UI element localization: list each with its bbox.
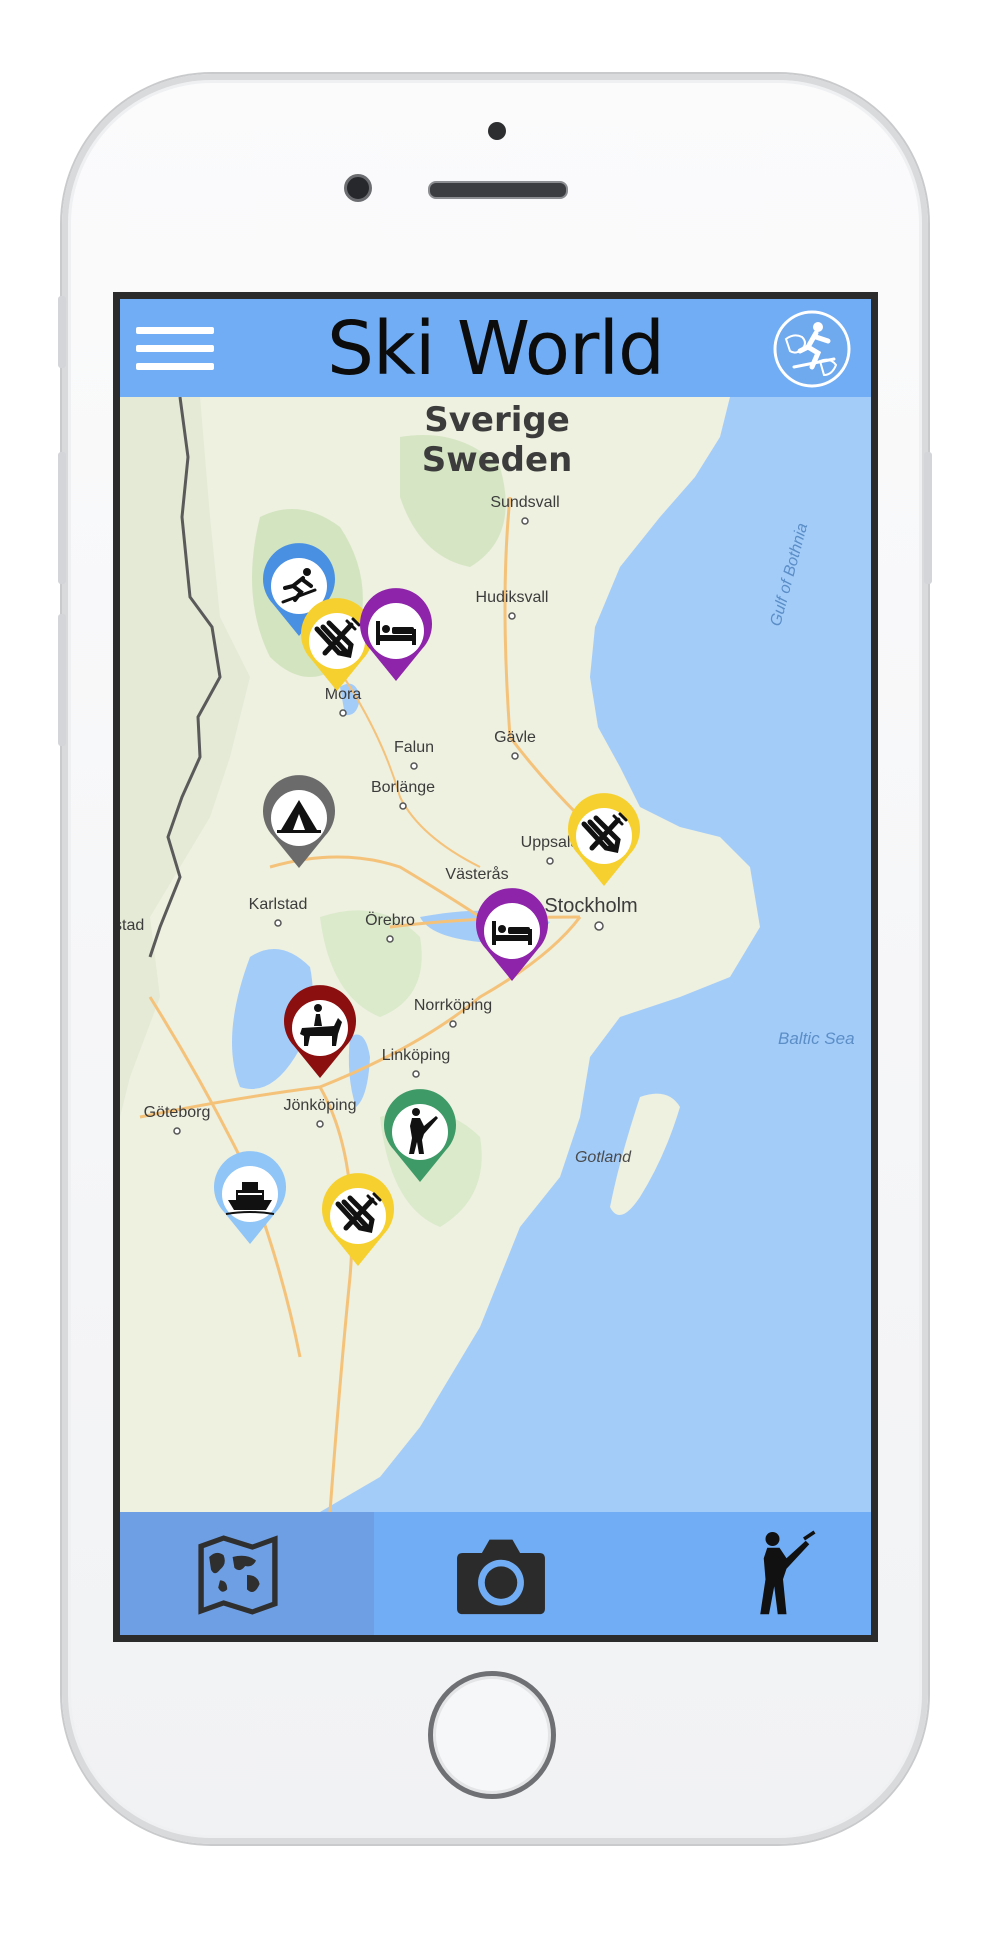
city-dot [386, 935, 394, 943]
place-label-borlnge: Borlänge [371, 779, 435, 796]
map-view[interactable]: Sverige Sweden Sundsvall Hudiksvall Mora Fa… [120, 397, 871, 1512]
city-dot [521, 517, 529, 525]
place-label-gotland: Gotland [575, 1149, 632, 1166]
city-dot [412, 1070, 420, 1078]
city-dot [594, 921, 604, 931]
place-label-rebro: Örebro [365, 911, 415, 929]
camera-icon [457, 1539, 545, 1615]
home-button[interactable] [428, 1671, 556, 1799]
place-label-jnkping: Jönköping [284, 1097, 357, 1114]
place-label-norrkping: Norrköping [414, 997, 492, 1014]
city-dot [274, 919, 282, 927]
screen-bezel: Ski World Sverige Sweden Sundsvall Hudik… [113, 292, 878, 1642]
mute-switch [58, 296, 66, 368]
city-dot [316, 1120, 324, 1128]
place-label-stockholm: Stockholm [544, 895, 637, 917]
country-label-sverige: Sverige [424, 400, 570, 440]
place-label-stad: stad [120, 917, 144, 934]
tab-map[interactable] [120, 1512, 374, 1635]
earpiece-speaker [428, 181, 568, 199]
place-label-falun: Falun [394, 739, 434, 756]
globe-skier-logo-icon[interactable] [772, 309, 852, 389]
place-label-sundsvall: Sundsvall [490, 494, 559, 511]
tab-camera[interactable] [374, 1512, 628, 1635]
city-dot [173, 1127, 181, 1135]
place-label-mora: Mora [325, 686, 362, 703]
volume-up-button [58, 452, 66, 584]
country-label-sweden: Sweden [422, 440, 573, 480]
place-label-linkping: Linköping [382, 1047, 451, 1064]
city-dot [399, 802, 407, 810]
city-dot [339, 709, 347, 717]
city-dot [546, 857, 554, 865]
volume-down-button [58, 614, 66, 746]
city-dot [410, 762, 418, 770]
world-map-icon [198, 1535, 278, 1615]
app-screen: Ski World Sverige Sweden Sundsvall Hudik… [120, 299, 871, 1635]
place-label-hudiksvall: Hudiksvall [476, 589, 549, 606]
power-button [924, 452, 932, 584]
place-label-karlstad: Karlstad [249, 896, 308, 913]
proximity-sensor [488, 122, 506, 140]
front-camera [344, 174, 372, 202]
city-dot [508, 612, 516, 620]
place-label-vsters: Västerås [445, 865, 508, 883]
city-dot [511, 752, 519, 760]
hamburger-menu-icon[interactable] [136, 327, 216, 373]
water-label-baltic-sea: Baltic Sea [778, 1029, 855, 1048]
place-label-gvle: Gävle [494, 729, 536, 746]
golfer-icon [760, 1530, 816, 1615]
tab-golf[interactable] [628, 1512, 871, 1635]
app-title: Ski World [327, 306, 665, 392]
bottom-tab-bar [120, 1512, 871, 1635]
app-header: Ski World [120, 299, 871, 397]
city-dot [449, 1020, 457, 1028]
place-label-gteborg: Göteborg [144, 1104, 211, 1121]
